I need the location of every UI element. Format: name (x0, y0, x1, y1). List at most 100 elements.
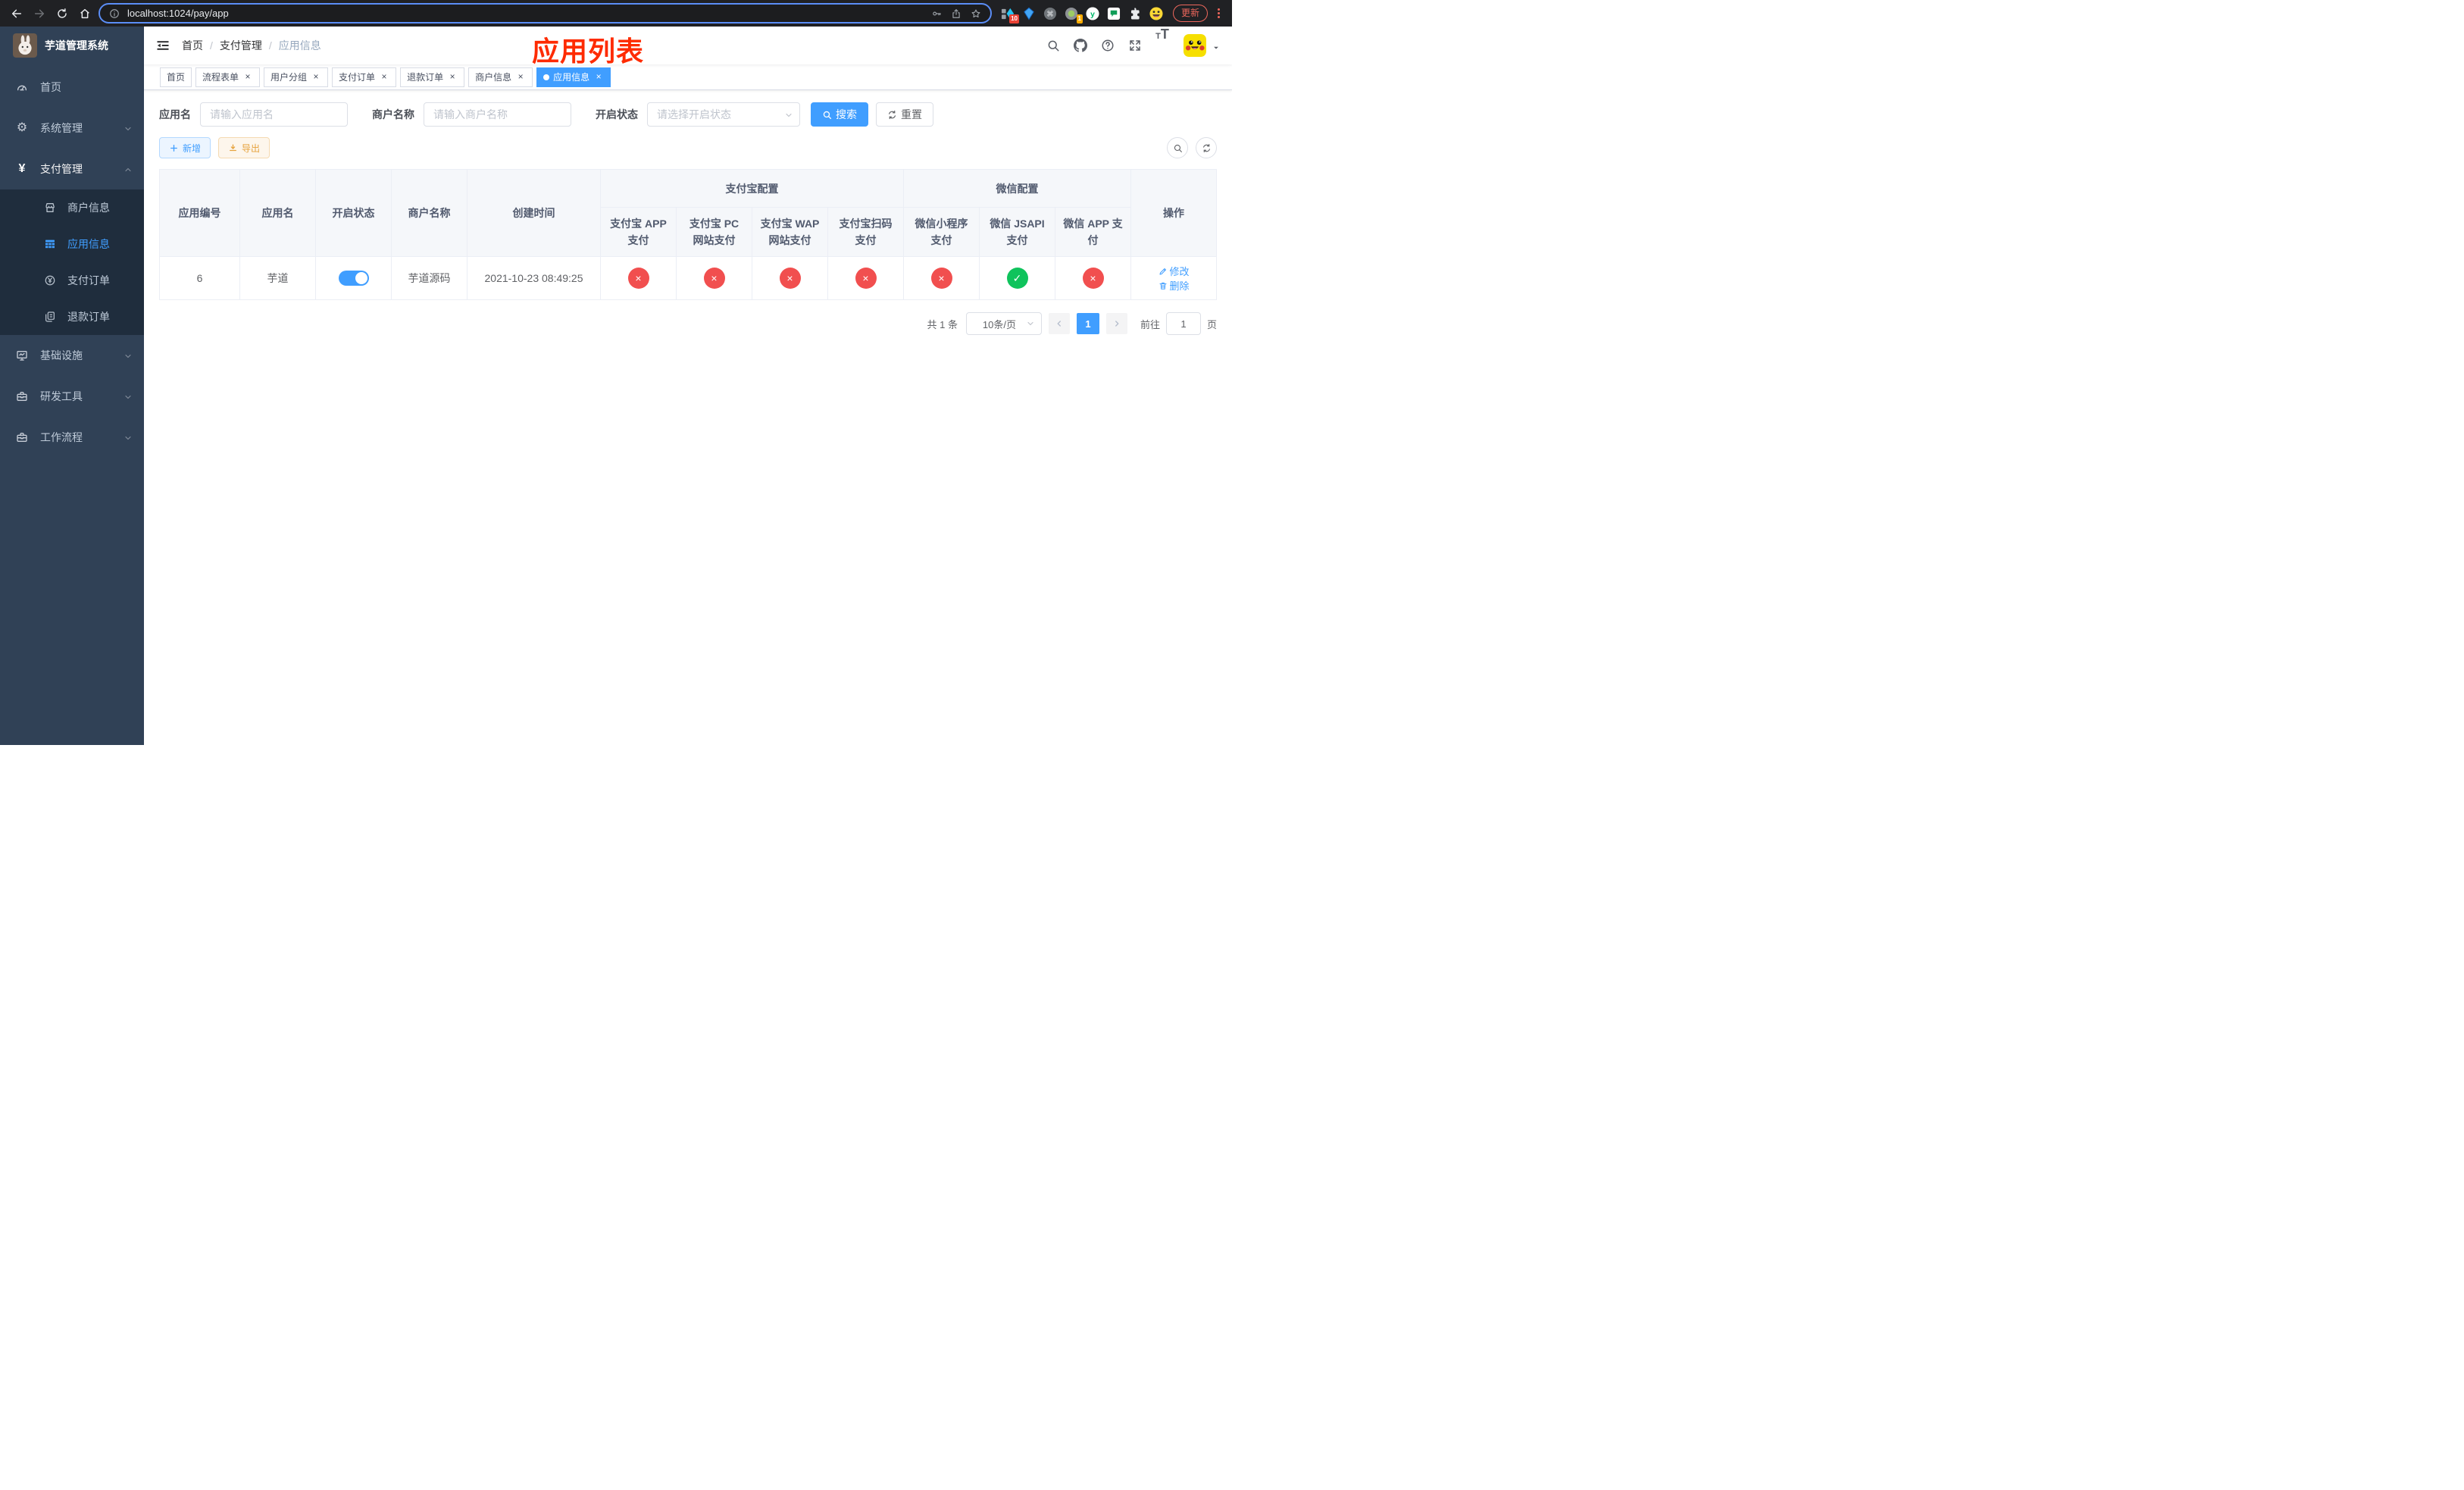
status-select-input[interactable] (647, 102, 800, 127)
documents-icon (43, 311, 56, 324)
toolbox-icon (15, 430, 29, 444)
fullscreen-icon[interactable] (1121, 27, 1149, 64)
next-page-icon[interactable] (1105, 313, 1127, 334)
status-cross-icon: × (627, 268, 649, 289)
page-size-select[interactable] (965, 312, 1042, 335)
reset-button[interactable]: 重置 (876, 102, 933, 127)
add-button[interactable]: 新增 (159, 137, 211, 158)
tab-merchant-info[interactable]: 商户信息 × (468, 67, 533, 87)
tab-close-icon[interactable]: × (515, 71, 526, 83)
ext-emoji-icon[interactable] (1149, 6, 1164, 20)
sidebar-item-refund-order[interactable]: 退款订单 (0, 299, 144, 335)
status-cross-icon: × (1082, 268, 1104, 289)
sidebar-item-infra[interactable]: 基础设施 (0, 335, 144, 376)
browser-update-button[interactable]: 更新 (1172, 5, 1208, 22)
page-size-input[interactable] (965, 312, 1042, 335)
app-logo[interactable]: 芋道管理系统 (0, 27, 144, 64)
tab-user-group[interactable]: 用户分组 × (264, 67, 329, 87)
app-title: 芋道管理系统 (45, 39, 108, 52)
reload-icon[interactable] (53, 5, 71, 23)
tab-close-icon[interactable]: × (242, 71, 253, 83)
sidebar-item-label: 商户信息 (67, 202, 110, 214)
browser-menu-icon[interactable] (1212, 5, 1224, 23)
ext-recorder-icon[interactable]: 1 (1065, 6, 1083, 23)
col-header-ops: 操作 (1130, 169, 1217, 257)
back-icon[interactable] (8, 5, 26, 23)
page-number-1[interactable]: 1 (1076, 313, 1099, 334)
tab-close-icon[interactable]: × (593, 71, 604, 83)
tab-label: 支付订单 (339, 72, 376, 83)
merchant-name-input[interactable] (424, 102, 571, 127)
ext-gem-icon[interactable] (1022, 6, 1037, 20)
sidebar-item-merchant-info[interactable]: 商户信息 (0, 189, 144, 226)
tab-process-form[interactable]: 流程表单 × (195, 67, 261, 87)
header-search-icon[interactable] (1040, 27, 1067, 64)
breadcrumb: 首页 / 支付管理 / 应用信息 (182, 38, 321, 53)
ext-badge: 1 (1076, 14, 1083, 23)
export-button-label: 导出 (242, 142, 261, 154)
breadcrumb-pay[interactable]: 支付管理 (220, 38, 262, 53)
sidebar-item-label: 系统管理 (40, 122, 83, 134)
col-header-merchant: 商户名称 (391, 169, 467, 257)
help-icon[interactable] (1094, 27, 1121, 64)
app-table: 应用编号 应用名 开启状态 商户名称 创建时间 支付宝配置 微信配置 操作 支付… (159, 169, 1217, 300)
chevron-down-icon (124, 124, 133, 133)
sidebar-item-label: 退款订单 (67, 311, 110, 323)
sidebar-item-pay[interactable]: ¥ 支付管理 (0, 149, 144, 189)
hide-search-icon[interactable] (1167, 137, 1188, 158)
export-button[interactable]: 导出 (218, 137, 270, 158)
ext-yuque-icon[interactable]: y (1086, 6, 1100, 20)
tab-home[interactable]: 首页 (160, 67, 192, 87)
password-key-icon[interactable] (930, 7, 943, 20)
cell-status (315, 256, 392, 300)
github-icon[interactable] (1067, 27, 1094, 64)
sidebar-item-home[interactable]: 首页 (0, 67, 144, 108)
app-name-input[interactable] (200, 102, 348, 127)
sub-header-wx-mini: 微信小程序支付 (903, 207, 980, 257)
browser-chrome: localhost:1024/pay/app 10 ⌘ 1 y 更新 (0, 0, 1232, 27)
status-cross-icon: × (855, 268, 877, 289)
ext-blocks-icon[interactable]: 10 (1001, 6, 1019, 23)
avatar-caret-icon[interactable] (1212, 42, 1220, 49)
page-annotation: 应用列表 (532, 36, 645, 67)
sidebar-item-app-info[interactable]: 应用信息 (0, 226, 144, 262)
forward-icon[interactable] (30, 5, 48, 23)
prev-page-icon[interactable] (1048, 313, 1070, 334)
table-row: 6 芋道 芋道源码 2021-10-23 08:49:25 × × × × × … (159, 256, 1217, 300)
ext-puzzle-icon[interactable] (1128, 6, 1143, 20)
site-info-icon[interactable] (108, 7, 121, 20)
sidebar-item-pay-order[interactable]: 支付订单 (0, 262, 144, 299)
font-size-icon[interactable]: TT (1149, 27, 1176, 64)
breadcrumb-home[interactable]: 首页 (182, 38, 203, 53)
status-toggle[interactable] (338, 271, 369, 286)
tab-close-icon[interactable]: × (447, 71, 458, 83)
tab-pay-order[interactable]: 支付订单 × (332, 67, 397, 87)
delete-link[interactable]: 删除 (1159, 278, 1190, 293)
goto-page-input[interactable] (1165, 312, 1201, 335)
sidebar-item-label: 支付订单 (67, 274, 110, 286)
status-select[interactable] (647, 102, 800, 127)
sidebar-item-workflow[interactable]: 工作流程 (0, 417, 144, 458)
user-avatar[interactable] (1184, 34, 1206, 57)
url-bar[interactable]: localhost:1024/pay/app (98, 3, 992, 23)
sidebar-submenu-pay: 商户信息 应用信息 支付订单 退款订单 (0, 189, 144, 335)
tab-close-icon[interactable]: × (311, 71, 321, 83)
ext-chat-icon[interactable] (1107, 6, 1121, 20)
search-button[interactable]: 搜索 (811, 102, 868, 127)
refresh-icon[interactable] (1196, 137, 1217, 158)
share-icon[interactable] (949, 7, 963, 20)
sidebar-toggle-icon[interactable] (144, 27, 182, 64)
ext-command-icon[interactable]: ⌘ (1043, 6, 1058, 20)
status-cross-icon: × (703, 268, 725, 289)
sidebar-item-dev-tools[interactable]: 研发工具 (0, 376, 144, 417)
navbar-actions: TT (1040, 27, 1232, 64)
home-icon[interactable] (76, 5, 94, 23)
goto-page: 前往 页 (1140, 312, 1217, 335)
url-text[interactable]: localhost:1024/pay/app (127, 8, 924, 19)
tab-refund-order[interactable]: 退款订单 × (400, 67, 465, 87)
edit-link[interactable]: 修改 (1159, 264, 1190, 278)
sidebar-item-system[interactable]: ⚙ 系统管理 (0, 108, 144, 149)
tab-close-icon[interactable]: × (379, 71, 389, 83)
bookmark-star-icon[interactable] (969, 7, 983, 20)
tab-app-info[interactable]: 应用信息 × (536, 67, 611, 87)
